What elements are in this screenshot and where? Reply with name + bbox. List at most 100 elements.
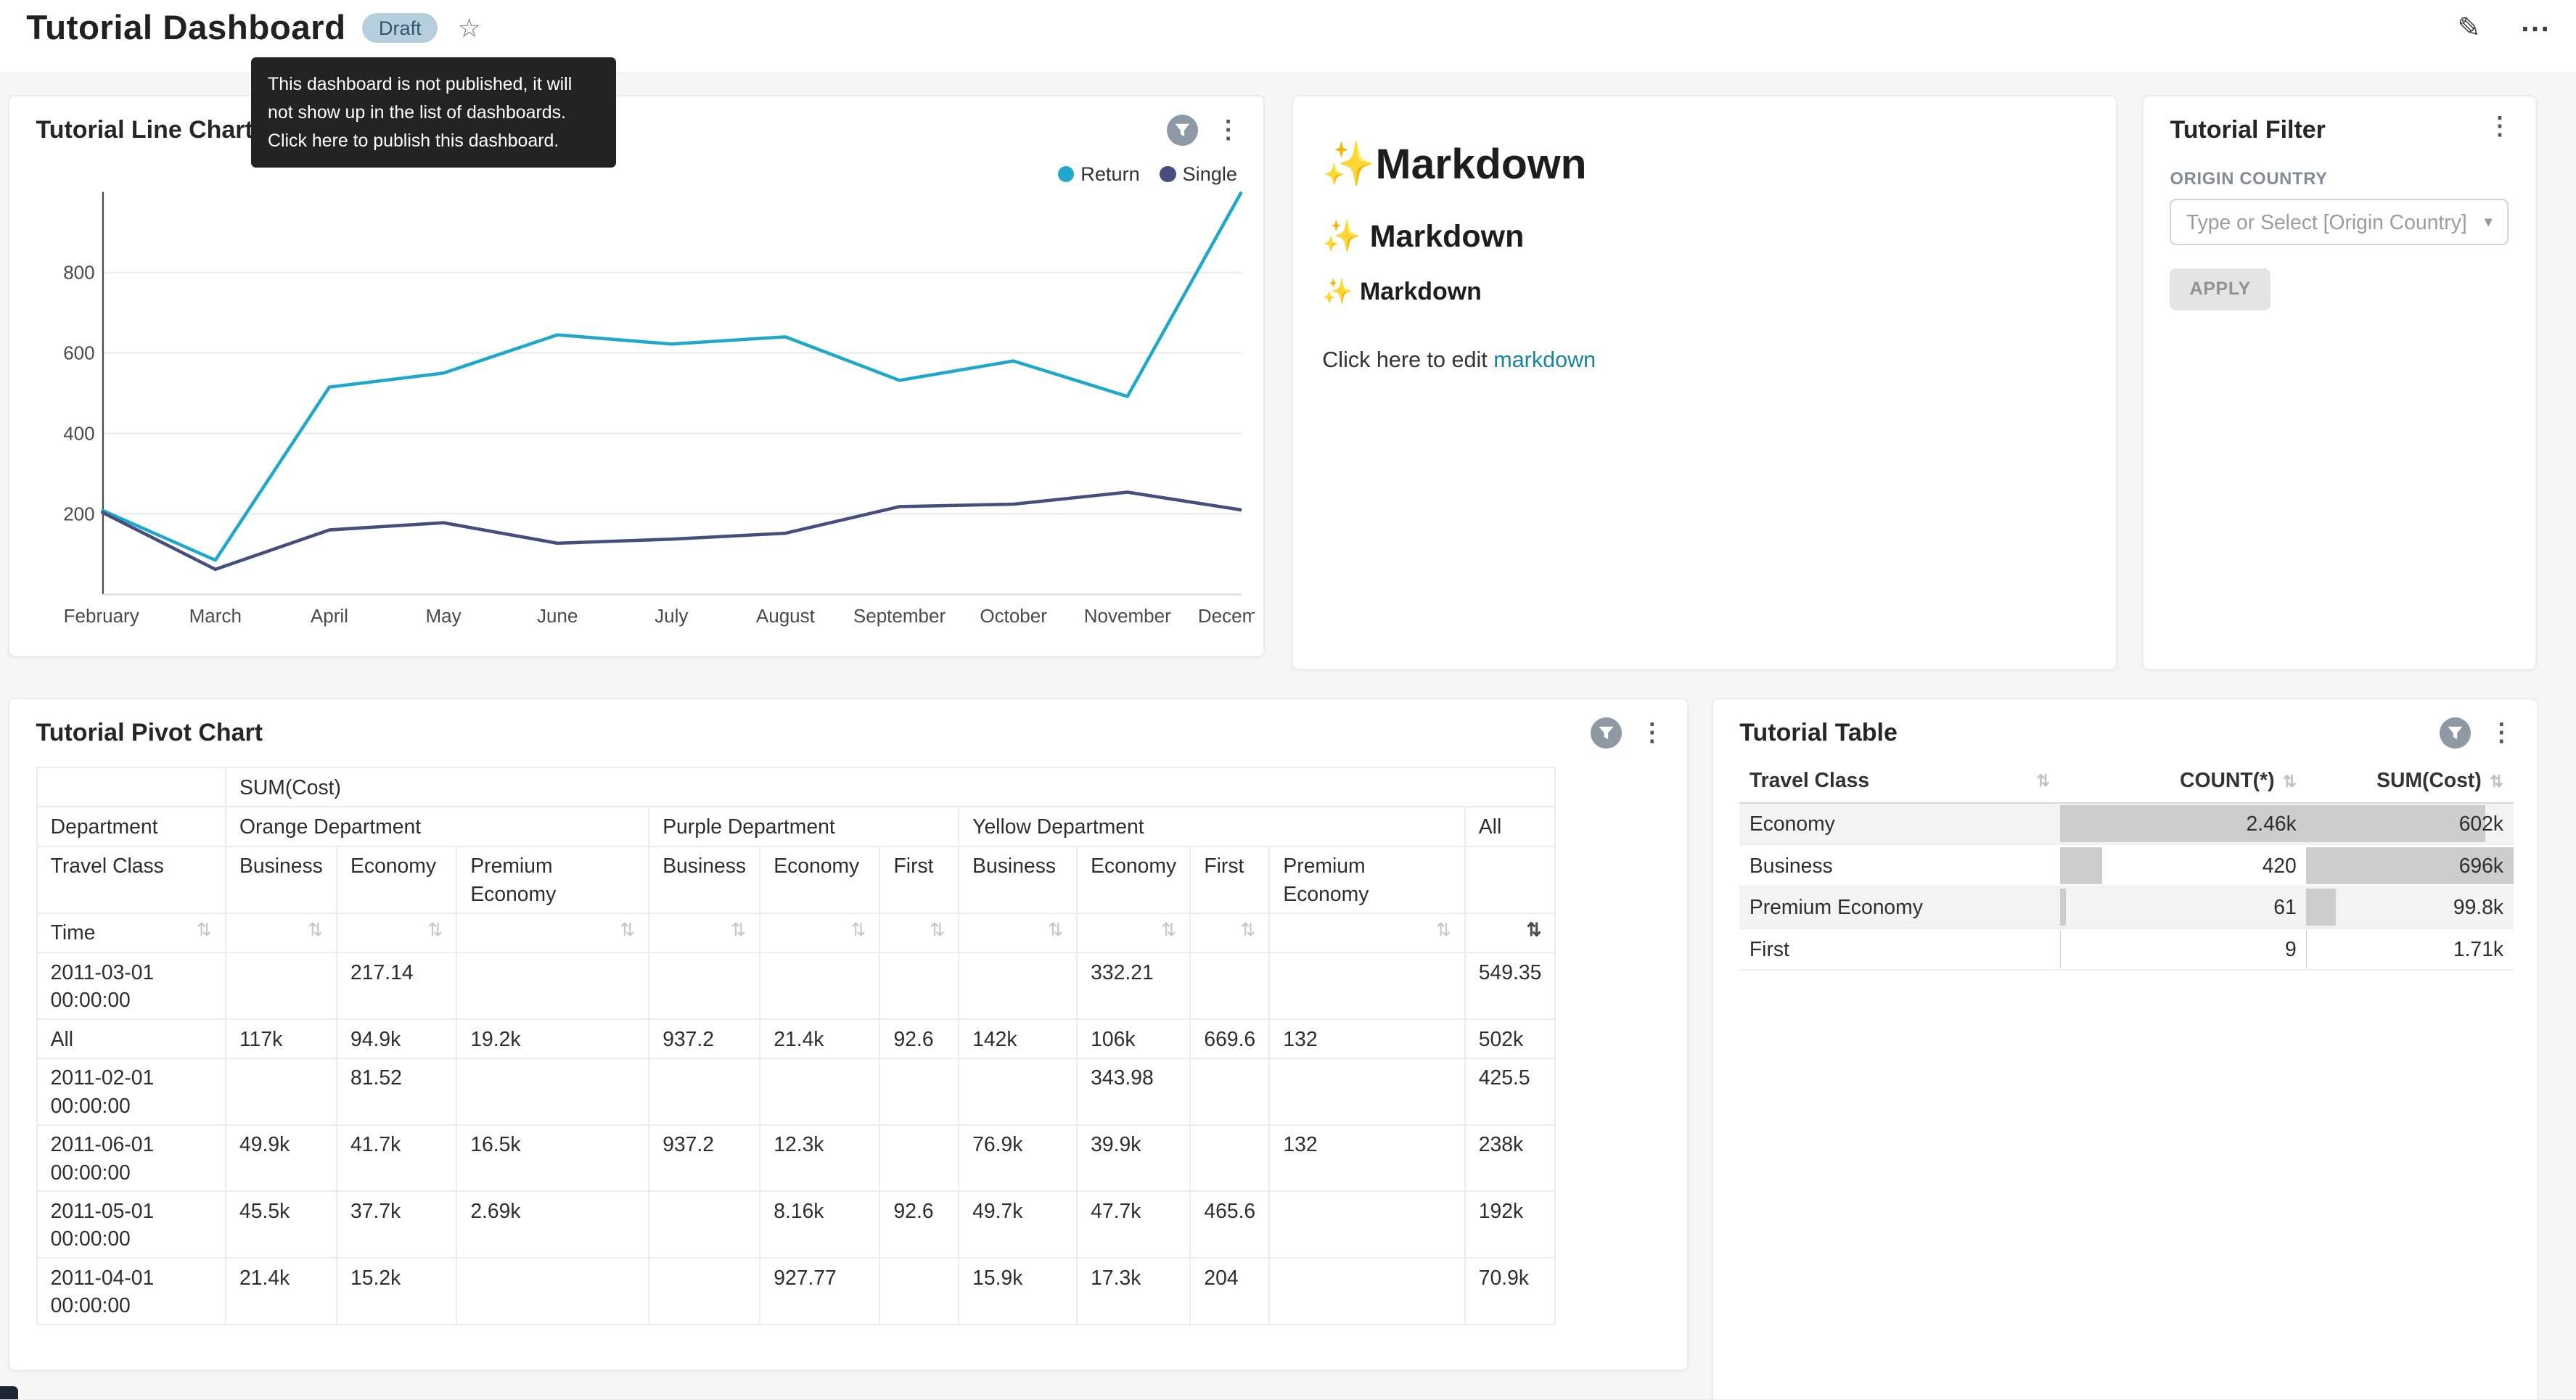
svg-text:September: September <box>853 605 946 627</box>
sort-icon[interactable]: ⇅ <box>427 918 443 943</box>
table-row[interactable]: Business420696k <box>1739 844 2513 886</box>
table-row[interactable]: Economy2.46k602k <box>1739 803 2513 845</box>
pivot-cell <box>456 1258 649 1325</box>
sort-icon[interactable]: ⇅ <box>1048 918 1063 943</box>
travel-class-cell: Business <box>1739 844 2059 886</box>
pivot-measure: SUM(Cost) <box>226 767 1556 807</box>
pivot-cell: 2.69k <box>456 1191 649 1258</box>
pivot-sort-cell: ⇅ <box>226 913 337 952</box>
pivot-sort-row: Time⇅⇅⇅⇅⇅⇅⇅⇅⇅⇅⇅⇅ <box>37 913 1556 952</box>
sort-icon[interactable]: ⇅ <box>2036 772 2050 791</box>
pivot-cell <box>1190 1125 1269 1192</box>
pivot-sort-cell: ⇅ <box>879 913 959 952</box>
pivot-cell: 81.52 <box>337 1058 456 1125</box>
pivot-sort-cell: ⇅ <box>337 913 456 952</box>
pivot-cell <box>879 1125 959 1192</box>
svg-text:November: November <box>1084 605 1171 627</box>
pivot-cell: 92.6 <box>879 1191 959 1258</box>
col-header-travel-class[interactable]: Travel Class⇅ <box>1739 759 2059 803</box>
pivot-cell: 217.14 <box>337 952 456 1019</box>
pivot-cell <box>760 952 879 1019</box>
more-menu-icon[interactable]: ⋯ <box>2520 11 2550 46</box>
svg-text:December: December <box>1198 605 1255 627</box>
pivot-cell <box>649 1191 760 1258</box>
svg-text:August: August <box>756 605 816 627</box>
dashboard-page: Tutorial Dashboard Draft ☆ ✎ ⋯ This dash… <box>0 0 2576 1399</box>
filter-body: ORIGIN COUNTRY Type or Select [Origin Co… <box>2170 169 2509 311</box>
col-header-count[interactable]: COUNT(*)⇅ <box>2060 759 2307 803</box>
sort-icon[interactable]: ⇅ <box>308 918 323 943</box>
pivot-cell: 49.7k <box>959 1191 1077 1258</box>
kebab-menu-icon[interactable]: ⋮ <box>1213 118 1244 143</box>
pivot-row: 2011-04-01 00:00:0021.4k15.2k927.7715.9k… <box>37 1258 1556 1325</box>
svg-text:400: 400 <box>64 422 95 444</box>
filter-indicator-icon[interactable] <box>1167 115 1198 146</box>
pivot-col-header: First <box>1190 847 1269 913</box>
pivot-cell: 204 <box>1190 1258 1269 1325</box>
sort-icon[interactable]: ⇅ <box>620 918 635 943</box>
origin-country-label: ORIGIN COUNTRY <box>2170 169 2509 189</box>
travel-class-cell: First <box>1739 928 2059 971</box>
caret-down-icon: ▾ <box>2485 213 2493 231</box>
pivot-row-label: 2011-06-01 00:00:00 <box>37 1125 226 1192</box>
edit-pencil-icon[interactable]: ✎ <box>2457 12 2480 44</box>
card-icon-group: ⋮ <box>2440 717 2516 749</box>
line-chart-title: Tutorial Line Chart <box>36 116 253 144</box>
pivot-cell <box>879 1058 959 1125</box>
filter-indicator-icon[interactable] <box>1591 717 1622 749</box>
pivot-col-header: Economy <box>1077 847 1190 913</box>
col-header-sum[interactable]: SUM(Cost)⇅ <box>2306 759 2513 803</box>
favorite-star-icon[interactable]: ☆ <box>457 12 480 44</box>
sort-desc-icon[interactable]: ⇅ <box>1527 918 1542 943</box>
table-row[interactable]: Premium Economy6199.8k <box>1739 886 2513 928</box>
bottom-left-cutoff-widget[interactable] <box>0 1386 18 1399</box>
filter-indicator-icon[interactable] <box>2440 717 2471 749</box>
kebab-menu-icon[interactable]: ⋮ <box>2486 721 2517 746</box>
markdown-heading-large: ✨Markdown <box>1322 139 2086 189</box>
sort-icon[interactable]: ⇅ <box>1240 918 1255 943</box>
pivot-col-header: Economy <box>337 847 456 913</box>
pivot-cell: 94.9k <box>337 1019 456 1058</box>
pivot-sort-cell: ⇅ <box>959 913 1077 952</box>
sort-icon[interactable]: ⇅ <box>2490 773 2503 791</box>
svg-text:October: October <box>980 605 1048 627</box>
pivot-cell: 39.9k <box>1077 1125 1190 1192</box>
sort-icon[interactable]: ⇅ <box>1436 918 1451 943</box>
apply-button[interactable]: APPLY <box>2170 268 2270 311</box>
sort-icon[interactable]: ⇅ <box>731 918 746 943</box>
pivot-cell: 927.77 <box>760 1258 879 1325</box>
pivot-cell <box>456 1058 649 1125</box>
pivot-cell: 332.21 <box>1077 952 1190 1019</box>
sum-cell: 696k <box>2306 844 2513 886</box>
sort-icon[interactable]: ⇅ <box>197 918 212 943</box>
markdown-edit-link[interactable]: markdown <box>1493 347 1596 372</box>
table-row[interactable]: First91.71k <box>1739 928 2513 971</box>
pivot-col-header: Premium Economy <box>456 847 649 913</box>
pivot-row-label: All <box>37 1019 226 1058</box>
sort-icon[interactable]: ⇅ <box>930 918 945 943</box>
svg-text:February: February <box>64 605 139 627</box>
pivot-cell <box>1190 1058 1269 1125</box>
sort-icon[interactable]: ⇅ <box>1161 918 1176 943</box>
table-card-title: Tutorial Table <box>1739 719 1898 747</box>
pivot-col-header: First <box>879 847 959 913</box>
sort-icon[interactable]: ⇅ <box>2283 773 2297 791</box>
pivot-cell <box>1269 1258 1464 1325</box>
publish-tooltip[interactable]: This dashboard is not published, it will… <box>251 57 616 168</box>
sum-cell: 99.8k <box>2306 886 2513 928</box>
pivot-cell: 132 <box>1269 1019 1464 1058</box>
pivot-cell: 669.6 <box>1190 1019 1269 1058</box>
kebab-menu-icon[interactable]: ⋮ <box>1636 721 1668 746</box>
markdown-heading-medium: ✨ Markdown <box>1322 218 2086 255</box>
card-icon-group: ⋮ <box>2484 115 2515 139</box>
pivot-cell: 16.5k <box>456 1125 649 1192</box>
svg-text:March: March <box>189 605 242 627</box>
origin-country-select[interactable]: Type or Select [Origin Country] ▾ <box>2170 199 2509 244</box>
pivot-cell: 425.5 <box>1465 1058 1556 1125</box>
pivot-sort-cell: ⇅ <box>456 913 649 952</box>
draft-badge[interactable]: Draft <box>362 13 438 43</box>
sort-icon[interactable]: ⇅ <box>850 918 866 943</box>
kebab-menu-icon[interactable]: ⋮ <box>2484 115 2515 139</box>
pivot-cell <box>959 952 1077 1019</box>
pivot-cell: 15.9k <box>959 1258 1077 1325</box>
